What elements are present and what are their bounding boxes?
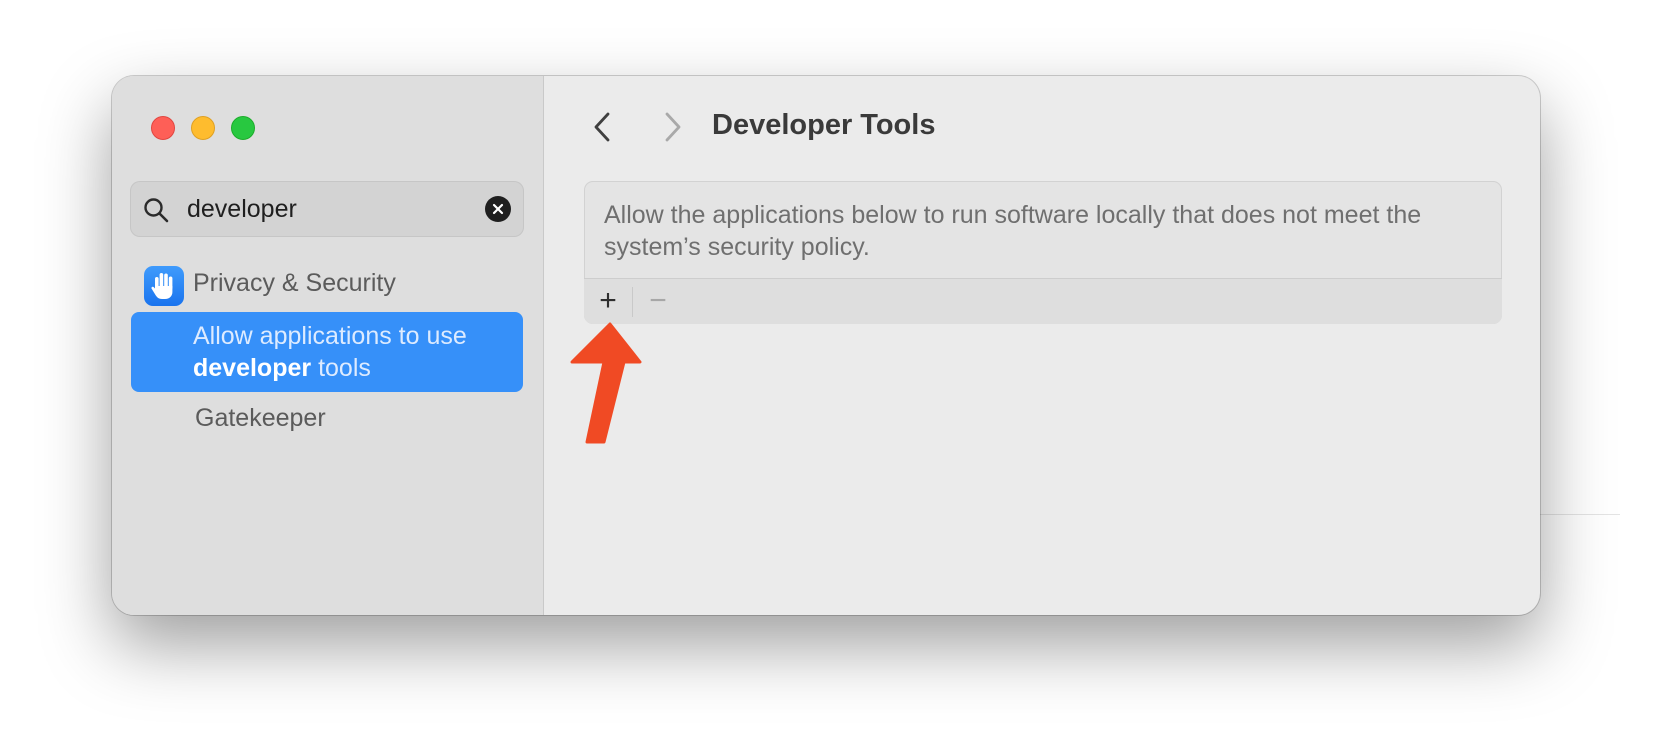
sidebar-item-label: Allow applications to use developer tool… — [193, 320, 513, 384]
red-arrow-icon — [570, 322, 642, 444]
search-match-highlight: developer — [193, 354, 312, 382]
maximize-window-button[interactable] — [231, 116, 255, 140]
main-content: Developer Tools Allow the applications b… — [544, 76, 1540, 615]
settings-window: developer Privacy & Security Allow appli… — [112, 76, 1540, 615]
chevron-left-icon[interactable] — [588, 109, 618, 145]
sidebar: developer Privacy & Security Allow appli… — [112, 76, 544, 615]
add-button[interactable]: + — [588, 283, 628, 319]
hand-icon — [144, 266, 184, 306]
page-title: Developer Tools — [712, 109, 936, 141]
list-toolbar: + − — [584, 278, 1502, 324]
clear-icon[interactable] — [485, 196, 511, 222]
sidebar-item-gatekeeper[interactable]: Gatekeeper — [195, 404, 326, 433]
sidebar-item-developer-tools[interactable]: Allow applications to use developer tool… — [131, 312, 523, 392]
minimize-window-button[interactable] — [191, 116, 215, 140]
search-icon — [143, 197, 169, 223]
label-text-after: tools — [318, 354, 371, 382]
developer-tools-panel: Allow the applications below to run soft… — [584, 181, 1502, 324]
toolbar-divider — [632, 287, 633, 317]
label-text-before: Allow applications to use — [193, 322, 467, 350]
close-window-button[interactable] — [151, 116, 175, 140]
sidebar-item-privacy-security[interactable]: Privacy & Security — [131, 264, 523, 306]
remove-button[interactable]: − — [638, 283, 678, 319]
sidebar-item-label: Privacy & Security — [193, 269, 396, 297]
background-divider-line — [1540, 514, 1620, 515]
panel-description: Allow the applications below to run soft… — [604, 201, 1422, 261]
search-input[interactable]: developer — [187, 181, 297, 237]
search-field[interactable]: developer — [130, 181, 524, 237]
chevron-right-icon[interactable] — [657, 109, 687, 145]
